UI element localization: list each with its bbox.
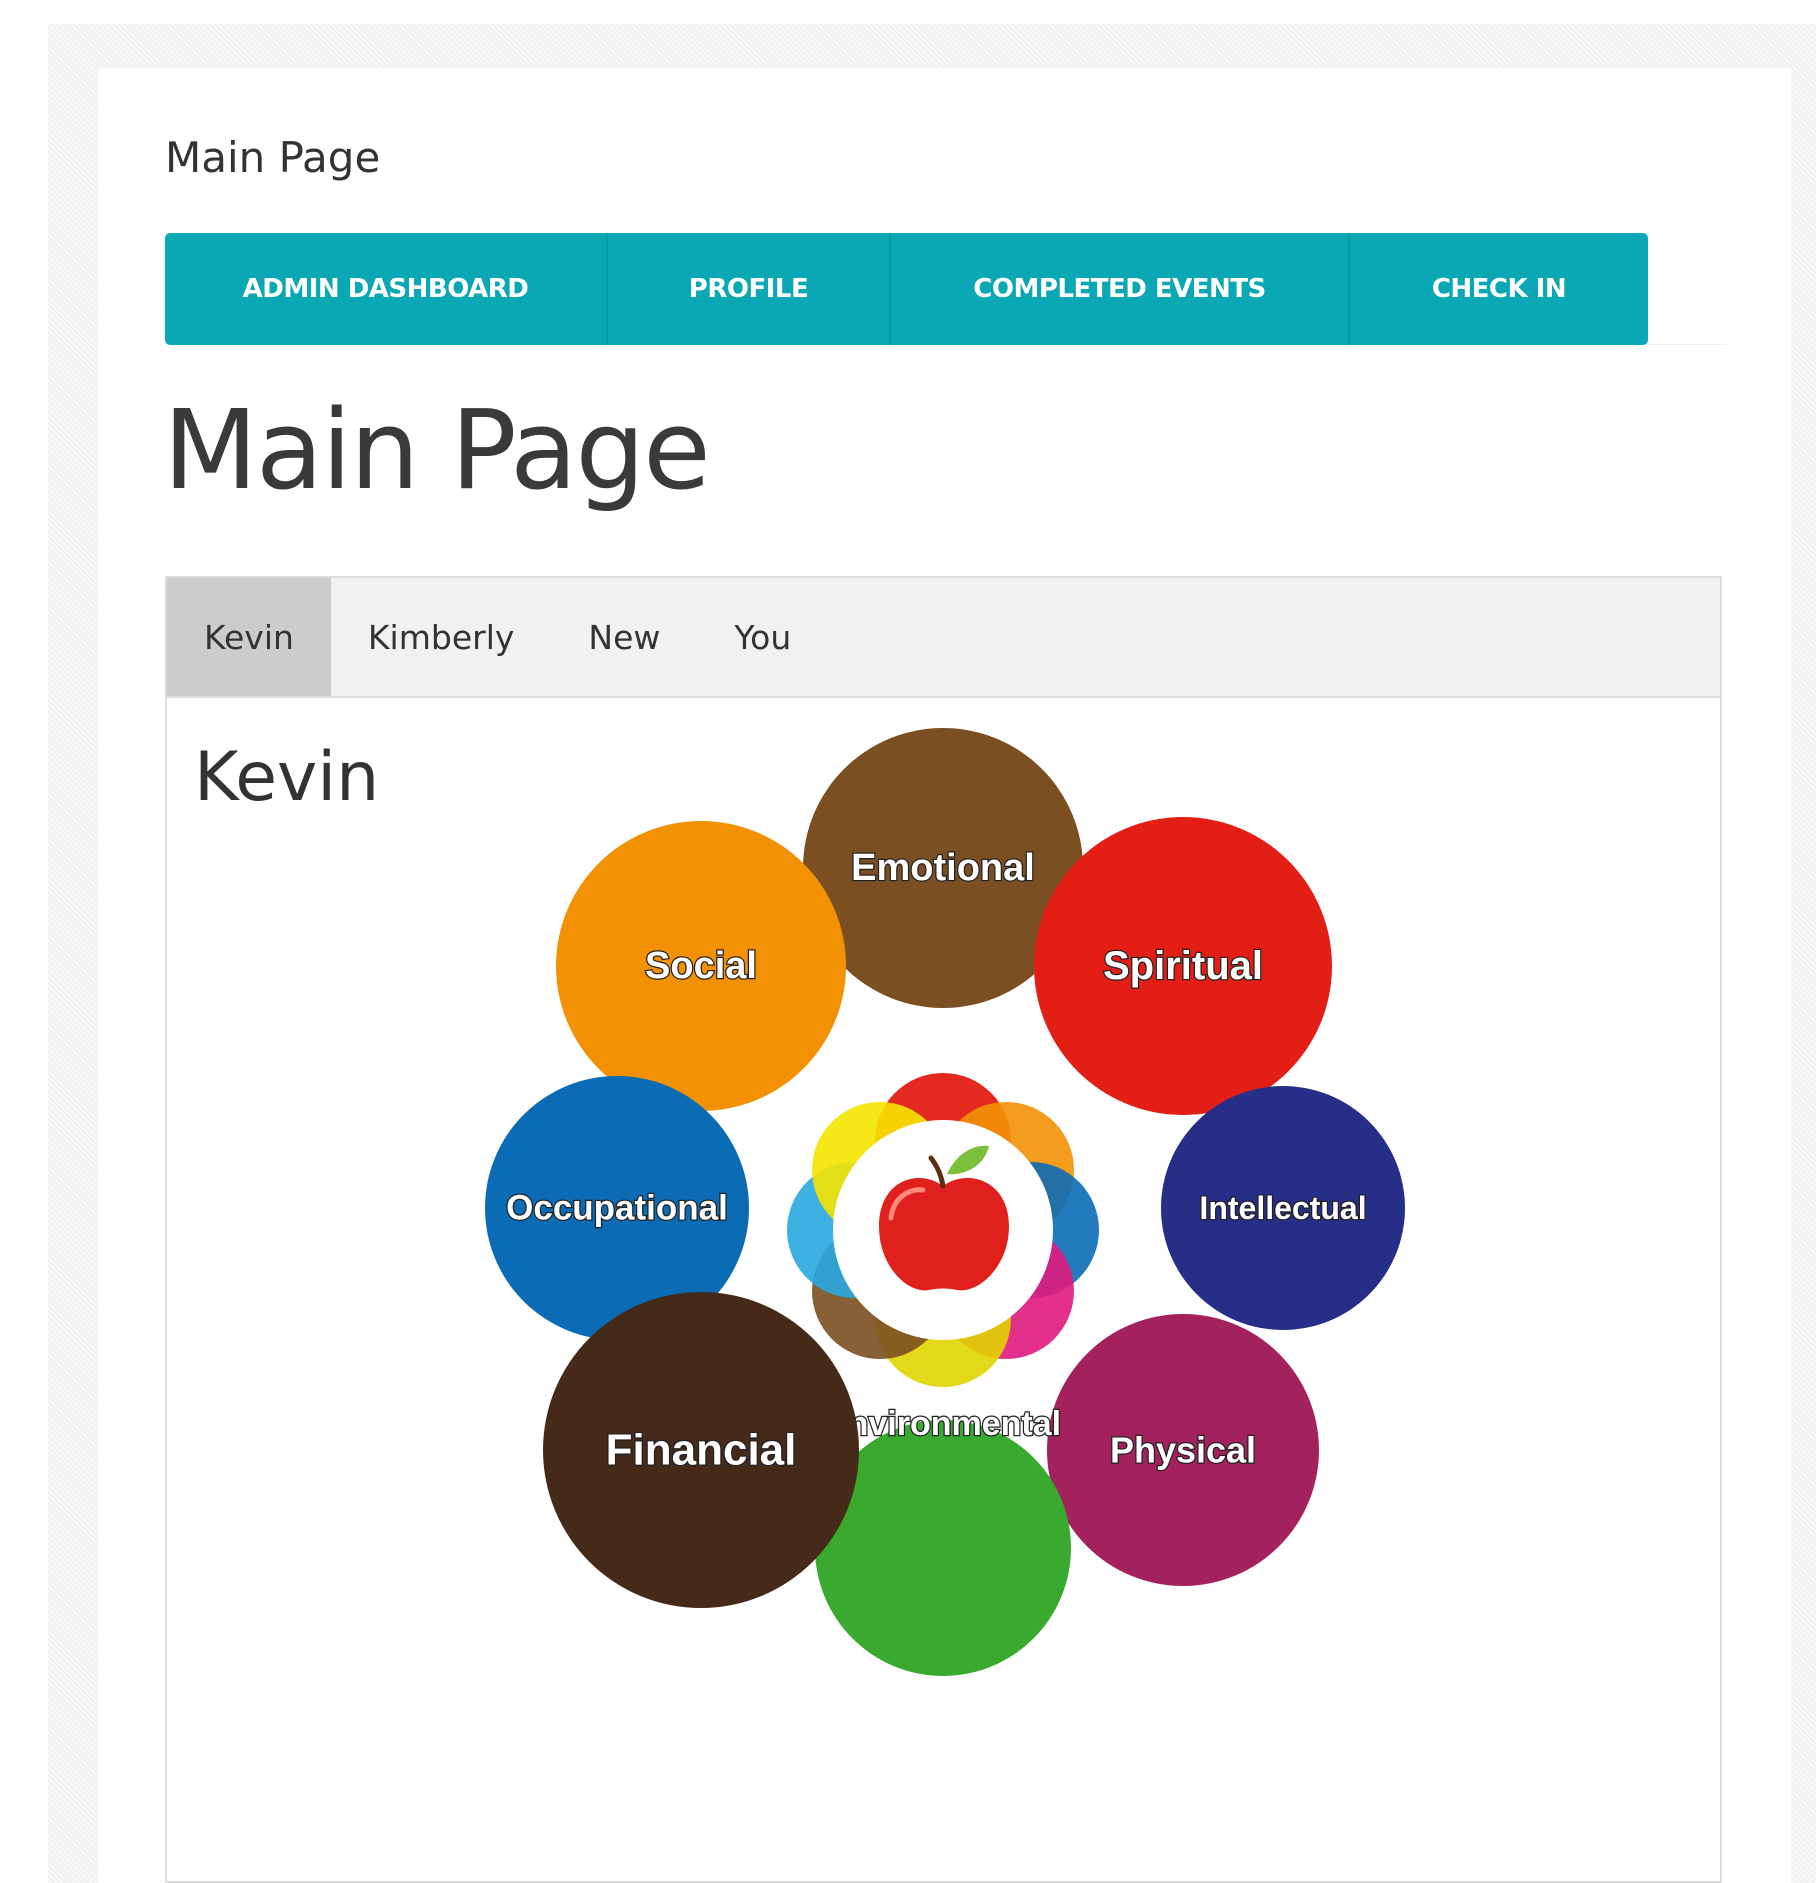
nav-completed-events[interactable]: COMPLETED EVENTS xyxy=(891,233,1350,345)
wellness-wheel: Emotional Social Spiritual Occupational Inte… xyxy=(485,728,1405,1676)
wheel-label-social: Social xyxy=(645,945,757,987)
tabs-panel: Kevin Kimberly New You Kevin Emotional So… xyxy=(165,576,1722,1883)
wheel-segment-financial[interactable]: Financial xyxy=(543,1292,859,1608)
nav-divider xyxy=(1648,344,1727,345)
page-title: Main Page xyxy=(163,386,711,514)
wheel-label-spiritual: Spiritual xyxy=(1103,944,1263,988)
wheel-segment-spiritual[interactable]: Spiritual xyxy=(1034,817,1332,1115)
wheel-label-financial: Financial xyxy=(606,1426,797,1475)
main-nav: ADMIN DASHBOARD PROFILE COMPLETED EVENTS… xyxy=(165,233,1648,345)
nav-check-in[interactable]: CHECK IN xyxy=(1350,233,1648,345)
wheel-segment-social[interactable]: Social xyxy=(556,821,846,1111)
nav-profile[interactable]: PROFILE xyxy=(608,233,891,345)
wheel-label-intellectual: Intellectual xyxy=(1199,1190,1366,1226)
wheel-label-environmental: Environmental xyxy=(825,1405,1061,1443)
site-title: Main Page xyxy=(165,133,381,182)
wheel-segment-intellectual[interactable]: Intellectual xyxy=(1161,1086,1405,1330)
wheel-label-physical: Physical xyxy=(1110,1430,1256,1471)
page-card: Main Page ADMIN DASHBOARD PROFILE COMPLE… xyxy=(98,68,1791,1883)
wheel-label-occupational: Occupational xyxy=(506,1189,728,1228)
wheel-segment-physical[interactable]: Physical xyxy=(1047,1314,1319,1586)
nav-admin-dashboard[interactable]: ADMIN DASHBOARD xyxy=(165,233,608,345)
wheel-label-emotional: Emotional xyxy=(851,847,1035,889)
